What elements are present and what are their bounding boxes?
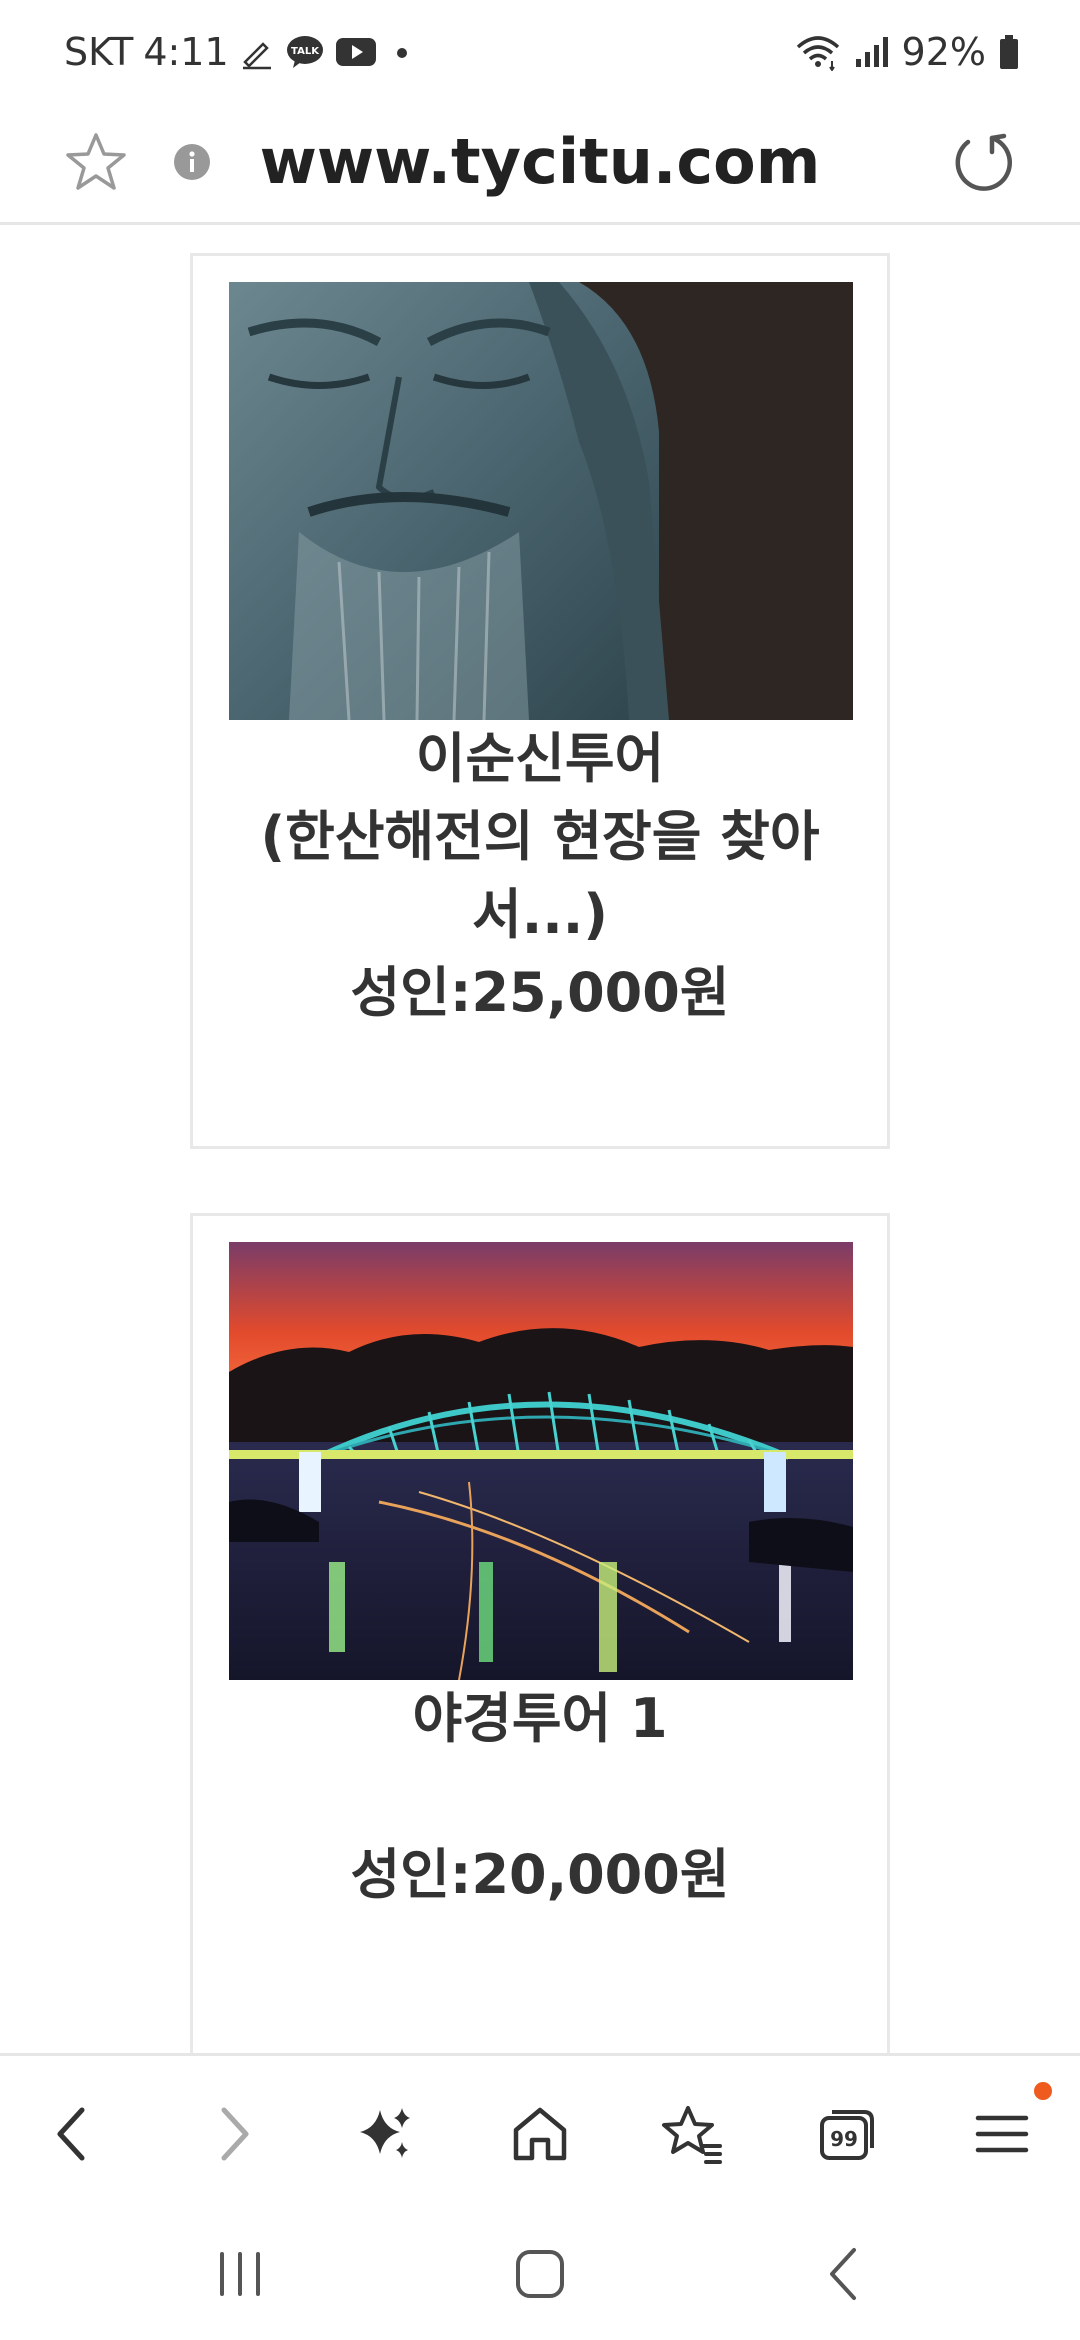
info-icon (174, 144, 210, 180)
tour-title: 이순신투어 (415, 727, 665, 790)
home-button[interactable] (500, 2094, 580, 2174)
signal-icon (854, 35, 890, 69)
tour-card-text: 야경투어 1 성인:20,000원 (193, 1680, 887, 1914)
tabs-button[interactable]: 99 (808, 2094, 888, 2174)
bookmarks-button[interactable] (652, 2094, 732, 2174)
recent-apps-button[interactable] (200, 2234, 280, 2314)
bookmark-star-button[interactable] (56, 122, 136, 202)
system-nav-bar (0, 2196, 1080, 2340)
status-right: 92% (794, 28, 1020, 76)
notification-dot (1034, 2082, 1052, 2100)
bookmark-star-icon (662, 2106, 722, 2164)
browser-toolbar: 99 (0, 2053, 1080, 2196)
recent-apps-icon (220, 2252, 260, 2296)
menu-icon (975, 2115, 1029, 2153)
forward-button[interactable] (192, 2094, 272, 2174)
back-gesture-icon (830, 2248, 856, 2300)
site-info-button[interactable] (152, 122, 232, 202)
status-left: SKT 4:11 TALK (64, 28, 417, 76)
reload-button[interactable] (944, 122, 1024, 202)
home-button-icon (516, 2250, 564, 2298)
system-back-button[interactable] (804, 2234, 884, 2314)
ai-assistant-button[interactable] (346, 2094, 426, 2174)
kakaotalk-icon: TALK (285, 34, 325, 70)
tabs-icon: 99 (820, 2110, 874, 2160)
sparkle-icon (360, 2108, 410, 2158)
tour-card[interactable]: 야경투어 1 성인:20,000원 (190, 1213, 890, 2053)
wifi-icon (794, 33, 842, 71)
svg-text:TALK: TALK (291, 46, 320, 57)
battery-percent: 92% (901, 30, 986, 74)
battery-icon (998, 34, 1020, 70)
star-icon (66, 133, 126, 190)
menu-button[interactable] (962, 2082, 1052, 2174)
clock: 4:11 (143, 30, 229, 74)
reload-icon (955, 133, 1013, 191)
tour-price: 성인:25,000원 (350, 961, 730, 1024)
address-bar: www.tycitu.com (0, 100, 1080, 225)
status-bar: SKT 4:11 TALK 92% (0, 0, 1080, 100)
tour-title: 야경투어 1 (412, 1687, 668, 1750)
forward-icon (221, 2107, 249, 2161)
tour-subtitle-cont: 서...) (472, 883, 608, 946)
page-content: 이순신투어 (한산해전의 현장을 찾아 서...) 성인:25,000원 야경투… (0, 225, 1080, 2053)
statue-image[interactable] (229, 282, 853, 720)
tour-subtitle: (한산해전의 현장을 찾아 (260, 805, 820, 868)
pen-icon (239, 34, 275, 70)
back-icon (57, 2107, 85, 2161)
carrier: SKT (64, 30, 134, 74)
tour-card-text: 이순신투어 (한산해전의 현장을 찾아 서...) 성인:25,000원 (193, 720, 887, 1032)
tour-price: 성인:20,000원 (350, 1843, 730, 1906)
night-bridge-image[interactable] (229, 1242, 853, 1680)
url-field[interactable]: www.tycitu.com (240, 124, 840, 200)
tabs-count: 99 (830, 2127, 858, 2151)
tour-card[interactable]: 이순신투어 (한산해전의 현장을 찾아 서...) 성인:25,000원 (190, 253, 890, 1149)
home-icon (513, 2107, 567, 2161)
back-button[interactable] (34, 2094, 114, 2174)
dot-icon (387, 37, 417, 67)
youtube-icon (335, 36, 377, 68)
home-nav-button[interactable] (500, 2234, 580, 2314)
